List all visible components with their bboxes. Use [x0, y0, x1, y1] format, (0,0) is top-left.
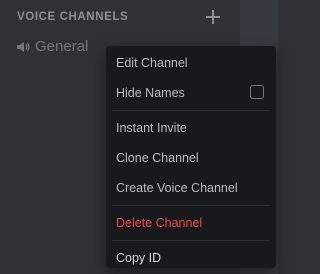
menu-item-clone-channel[interactable]: Clone Channel — [112, 143, 270, 173]
menu-item-edit-channel[interactable]: Edit Channel — [112, 48, 270, 78]
menu-divider — [112, 240, 270, 241]
menu-item-create-voice-channel[interactable]: Create Voice Channel — [112, 173, 270, 203]
plus-icon[interactable] — [205, 9, 221, 25]
section-title: VOICE CHANNELS — [17, 11, 129, 23]
hide-names-checkbox[interactable] — [250, 85, 264, 99]
channel-context-menu: Edit Channel Hide Names Instant Invite C… — [106, 46, 276, 268]
menu-item-copy-id[interactable]: Copy ID — [112, 243, 270, 273]
menu-divider — [112, 205, 270, 206]
menu-divider — [112, 110, 270, 111]
menu-item-delete-channel[interactable]: Delete Channel — [112, 208, 270, 238]
speaker-icon — [17, 42, 30, 52]
channel-name: General — [35, 38, 89, 55]
voice-channels-header: VOICE CHANNELS — [0, 0, 240, 34]
hide-names-label: Hide Names — [116, 86, 185, 100]
menu-item-hide-names[interactable]: Hide Names — [112, 78, 270, 108]
menu-item-instant-invite[interactable]: Instant Invite — [112, 113, 270, 143]
